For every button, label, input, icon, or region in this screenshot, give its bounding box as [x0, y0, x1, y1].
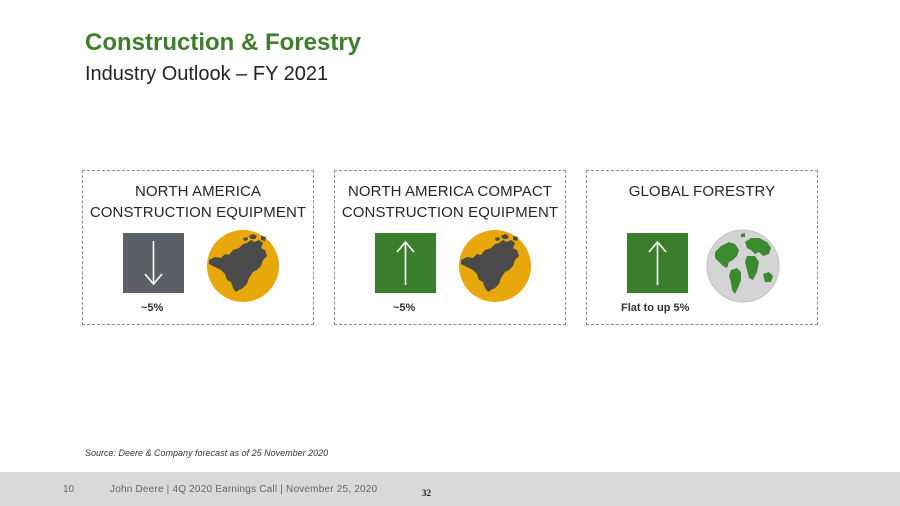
globe-icon — [705, 228, 781, 304]
page-title: Construction & Forestry — [85, 29, 362, 56]
source-note: Source: Deere & Company forecast as of 2… — [85, 448, 329, 458]
page-number: 32 — [422, 488, 431, 498]
slide-number: 10 — [63, 484, 75, 495]
arrow-up-icon — [375, 233, 436, 293]
north-america-map-icon — [455, 228, 531, 304]
outlook-value: Flat to up 5% — [621, 302, 690, 314]
outlook-card-global-forestry: GLOBAL FORESTRY Flat to up 5% — [586, 170, 818, 325]
footer-text: John Deere | 4Q 2020 Earnings Call | Nov… — [110, 484, 378, 495]
outlook-value: ~5% — [393, 302, 416, 314]
card-title: GLOBAL FORESTRY — [628, 183, 776, 200]
card-title: NORTH AMERICA CONSTRUCTION EQUIPMENT — [89, 183, 307, 221]
card-title: NORTH AMERICA COMPACT CONSTRUCTION EQUIP… — [341, 183, 559, 221]
north-america-map-icon — [203, 228, 279, 304]
arrow-down-icon — [123, 233, 184, 293]
outlook-value: ~5% — [141, 302, 164, 314]
page-subtitle: Industry Outlook – FY 2021 — [85, 63, 329, 85]
outlook-card-na-construction: NORTH AMERICA CONSTRUCTION EQUIPMENT ~5% — [82, 170, 314, 325]
footer-bar: 10 John Deere | 4Q 2020 Earnings Call | … — [0, 472, 900, 506]
arrow-up-icon — [627, 233, 688, 293]
outlook-card-na-compact-construction: NORTH AMERICA COMPACT CONSTRUCTION EQUIP… — [334, 170, 566, 325]
